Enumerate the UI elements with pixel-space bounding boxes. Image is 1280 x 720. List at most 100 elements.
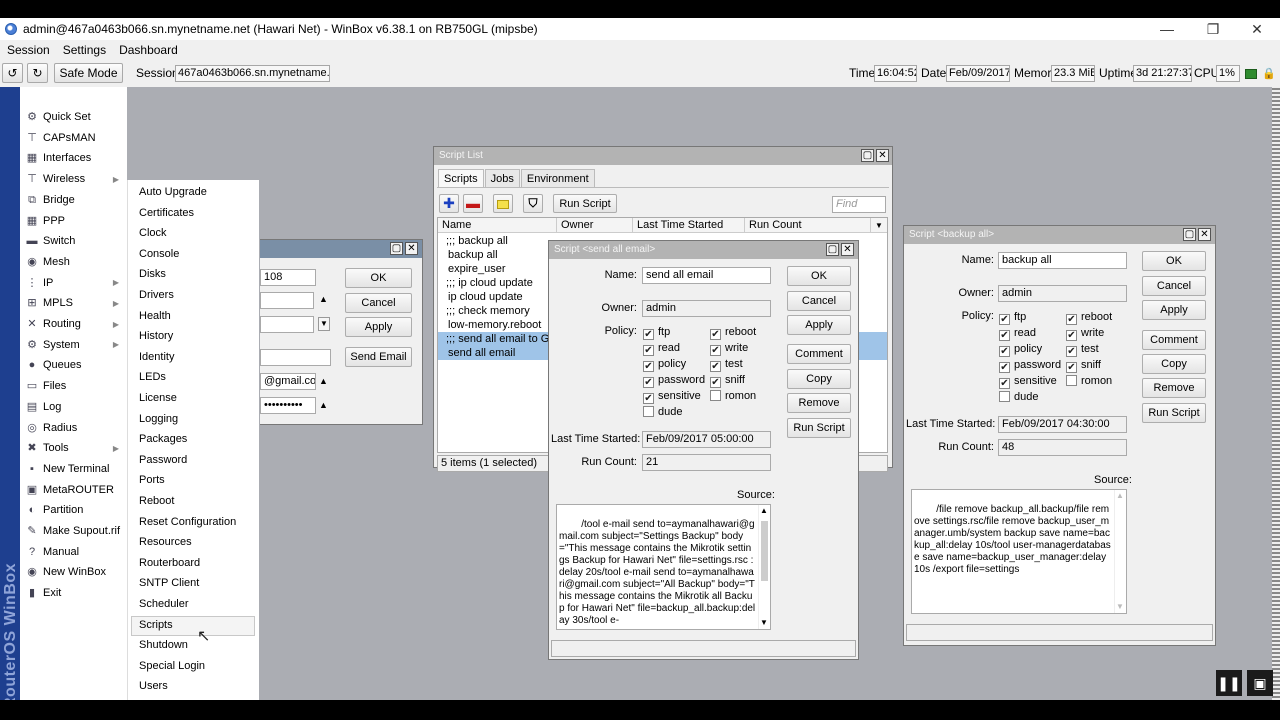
sidebar-item-exit[interactable]: ▮ Exit — [22, 583, 125, 603]
minimize-button[interactable]: — — [1144, 18, 1190, 40]
submenu-item-identity[interactable]: Identity — [139, 347, 174, 367]
apply-button[interactable]: Apply — [787, 315, 851, 335]
comment-button[interactable]: Comment — [1142, 330, 1206, 350]
up-arrow-icon[interactable]: ▲ — [319, 376, 328, 386]
redo-button[interactable]: ↻ — [27, 63, 48, 83]
email-ok-button[interactable]: OK — [345, 268, 412, 288]
policy-checkbox-reboot[interactable]: ✔ reboot — [1066, 311, 1112, 325]
run-script-button[interactable]: Run Script — [553, 194, 617, 213]
remove-button[interactable]: Remove — [1142, 378, 1206, 398]
menu-session[interactable]: Session — [7, 43, 50, 57]
email-field-port[interactable] — [260, 292, 314, 309]
checkbox-icon[interactable]: ✔ — [1066, 362, 1077, 373]
submenu-item-drivers[interactable]: Drivers — [139, 285, 174, 305]
policy-checkbox-romon[interactable]: romon — [1066, 375, 1112, 388]
tab-environment[interactable]: Environment — [520, 169, 595, 187]
policy-checkbox-policy[interactable]: ✔ policy — [999, 343, 1042, 357]
source-textarea[interactable]: /tool e-mail send to=aymanalhawari@gmail… — [556, 504, 771, 630]
sidebar-item-bridge[interactable]: ⧉ Bridge — [22, 190, 125, 210]
policy-checkbox-test[interactable]: ✔ test — [1066, 343, 1099, 357]
menu-dashboard[interactable]: Dashboard — [119, 43, 178, 57]
maximize-button[interactable]: ❐ — [1190, 18, 1236, 40]
sidebar-item-log[interactable]: ▤ Log — [22, 397, 125, 417]
run-script-button[interactable]: Run Script — [1142, 403, 1206, 423]
policy-checkbox-write[interactable]: ✔ write — [1066, 327, 1104, 341]
checkbox-icon[interactable] — [643, 406, 654, 417]
cancel-button[interactable]: Cancel — [787, 291, 851, 311]
policy-checkbox-read[interactable]: ✔ read — [999, 327, 1036, 341]
remove-button[interactable]: Remove — [787, 393, 851, 413]
scrollbar-thumb[interactable] — [761, 521, 768, 581]
submenu-item-console[interactable]: Console — [139, 244, 179, 264]
submenu-item-ports[interactable]: Ports — [139, 470, 165, 490]
sidebar-item-make-supout-rif[interactable]: ✎ Make Supout.rif — [22, 521, 125, 541]
add-button[interactable]: ✚ — [439, 194, 459, 213]
sidebar-item-partition[interactable]: ◐ Partition — [22, 500, 125, 520]
checkbox-icon[interactable]: ✔ — [643, 377, 654, 388]
sidebar-item-new-winbox[interactable]: ◉ New WinBox — [22, 562, 125, 582]
backup-all-close-button[interactable]: ✕ — [1198, 228, 1211, 241]
checkbox-icon[interactable]: ✔ — [1066, 314, 1077, 325]
safe-mode-button[interactable]: Safe Mode — [54, 63, 123, 83]
submenu-item-password[interactable]: Password — [139, 450, 187, 470]
sidebar-item-interfaces[interactable]: ▦ Interfaces — [22, 148, 125, 168]
submenu-item-certificates[interactable]: Certificates — [139, 203, 194, 223]
sidebar-item-mpls[interactable]: ⊞ MPLS ▶ — [22, 293, 125, 313]
send-all-email-max-button[interactable]: ▢ — [826, 243, 839, 256]
checkbox-icon[interactable]: ✔ — [999, 346, 1010, 357]
column-menu-arrow-icon[interactable]: ▼ — [871, 218, 887, 233]
submenu-item-history[interactable]: History — [139, 326, 173, 346]
policy-checkbox-dude[interactable]: dude — [643, 406, 682, 419]
submenu-item-license[interactable]: License — [139, 388, 177, 408]
email-field-server[interactable]: 108 — [260, 269, 316, 286]
source-scrollbar[interactable]: ▲ ▼ — [758, 505, 769, 629]
checkbox-icon[interactable] — [710, 390, 721, 401]
checkbox-icon[interactable]: ✔ — [710, 377, 721, 388]
column-run-count[interactable]: Run Count — [745, 218, 871, 233]
policy-checkbox-password[interactable]: ✔ password — [643, 374, 705, 388]
checkbox-icon[interactable]: ✔ — [643, 361, 654, 372]
policy-checkbox-romon[interactable]: romon — [710, 390, 756, 403]
source-scrollbar[interactable]: ▲ ▼ — [1114, 490, 1125, 613]
policy-checkbox-policy[interactable]: ✔ policy — [643, 358, 686, 372]
submenu-item-sntp-client[interactable]: SNTP Client — [139, 573, 199, 593]
sidebar-item-metarouter[interactable]: ▣ MetaROUTER — [22, 480, 125, 500]
pause-icon[interactable]: ❚❚ — [1216, 670, 1242, 696]
checkbox-icon[interactable]: ✔ — [1066, 330, 1077, 341]
backup-all-max-button[interactable]: ▢ — [1183, 228, 1196, 241]
checkbox-icon[interactable]: ✔ — [710, 345, 721, 356]
submenu-item-disks[interactable]: Disks — [139, 264, 166, 284]
policy-checkbox-write[interactable]: ✔ write — [710, 342, 748, 356]
source-textarea[interactable]: /file remove backup_all.backup/file remo… — [911, 489, 1127, 614]
window-titlebar[interactable]: admin@467a0463b066.sn.mynetname.net (Haw… — [0, 18, 1280, 40]
submenu-item-reset-configuration[interactable]: Reset Configuration — [139, 512, 236, 532]
checkbox-icon[interactable] — [999, 391, 1010, 402]
column-owner[interactable]: Owner — [557, 218, 633, 233]
sidebar-item-files[interactable]: ▭ Files — [22, 376, 125, 396]
sidebar-item-manual[interactable]: ? Manual — [22, 542, 125, 562]
email-field-start-tls[interactable] — [260, 316, 314, 333]
script-list-max-button[interactable]: ▢ — [861, 149, 874, 162]
sidebar-item-queues[interactable]: ● Queues — [22, 355, 125, 375]
checkbox-icon[interactable]: ✔ — [999, 378, 1010, 389]
script-list-titlebar[interactable]: Script List — [434, 147, 892, 165]
ok-button[interactable]: OK — [1142, 251, 1206, 271]
sidebar-item-new-terminal[interactable]: ▪ New Terminal — [22, 459, 125, 479]
copy-button[interactable]: Copy — [1142, 354, 1206, 374]
run-script-button[interactable]: Run Script — [787, 418, 851, 438]
checkbox-icon[interactable] — [1066, 375, 1077, 386]
sidebar-item-wireless[interactable]: ⊤ Wireless ▶ — [22, 169, 125, 189]
send-email-button[interactable]: Send Email — [345, 347, 412, 367]
policy-checkbox-password[interactable]: ✔ password — [999, 359, 1061, 373]
scroll-down-icon[interactable]: ▼ — [1116, 601, 1124, 613]
sidebar-item-ppp[interactable]: ▦ PPP — [22, 211, 125, 231]
dropdown-arrow-icon[interactable]: ▼ — [318, 317, 330, 331]
find-input[interactable]: Find — [832, 196, 886, 213]
policy-checkbox-reboot[interactable]: ✔ reboot — [710, 326, 756, 340]
send-all-email-close-button[interactable]: ✕ — [841, 243, 854, 256]
policy-checkbox-ftp[interactable]: ✔ ftp — [999, 311, 1026, 325]
submenu-item-users[interactable]: Users — [139, 676, 168, 696]
owner-field[interactable]: admin — [642, 300, 771, 317]
checkbox-icon[interactable]: ✔ — [999, 314, 1010, 325]
sidebar-item-switch[interactable]: ▬ Switch — [22, 231, 125, 251]
